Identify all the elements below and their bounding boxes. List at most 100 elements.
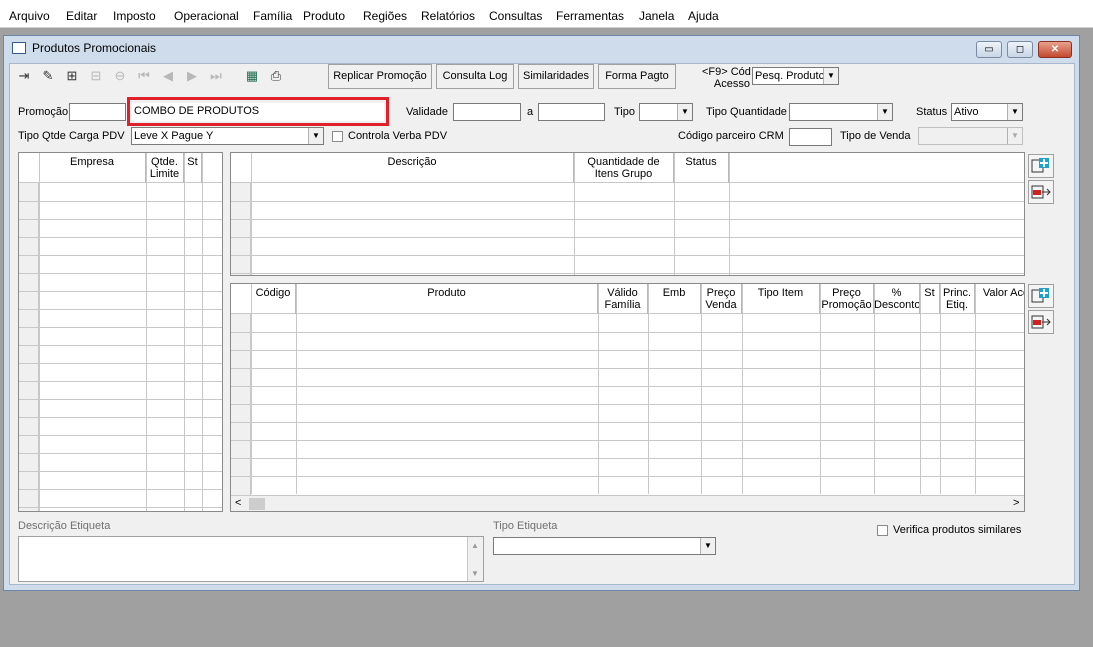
grid-produto[interactable]: Código Produto Válido Família Emb Preço … bbox=[230, 283, 1025, 512]
col-emb[interactable]: Emb bbox=[648, 284, 701, 314]
scroll-left-icon[interactable]: < bbox=[235, 497, 241, 509]
scroll-up-icon[interactable]: ▲ bbox=[471, 539, 479, 552]
col-percentual-desconto[interactable]: % Desconto bbox=[874, 284, 920, 314]
col-preco-venda[interactable]: Preço Venda bbox=[701, 284, 742, 314]
validade-start-input[interactable] bbox=[453, 103, 521, 121]
col-codigo[interactable]: Código bbox=[251, 284, 296, 314]
col-princ-etiq[interactable]: Princ. Etiq. bbox=[940, 284, 975, 314]
similaridades-button[interactable]: Similaridades bbox=[518, 64, 594, 89]
verifica-similares-checkbox[interactable] bbox=[877, 525, 888, 536]
chevron-down-icon[interactable]: ▼ bbox=[677, 104, 692, 120]
edit-pencil-icon[interactable]: ✎ bbox=[37, 64, 59, 88]
produtos-promocionais-window: Produtos Promocionais ▭ ◻ ✕ ⇥ ✎ ⊞ ⊟ ⊖ ⏮ … bbox=[3, 35, 1080, 591]
tipo-qtde-carga-label: Tipo Qtde Carga PDV bbox=[18, 130, 125, 142]
chevron-down-icon[interactable]: ▼ bbox=[1007, 104, 1022, 120]
forma-pagto-button[interactable]: Forma Pagto bbox=[598, 64, 676, 89]
menu-imposto[interactable]: Imposto bbox=[113, 9, 156, 23]
chevron-down-icon[interactable]: ▼ bbox=[877, 104, 892, 120]
add-produto-button[interactable] bbox=[1028, 284, 1054, 308]
validade-label: Validade bbox=[406, 106, 448, 118]
col-descricao[interactable]: Descrição bbox=[251, 153, 574, 183]
col-valido-familia[interactable]: Válido Família bbox=[598, 284, 648, 314]
consulta-log-button[interactable]: Consulta Log bbox=[436, 64, 514, 89]
tipo-venda-select[interactable]: ▼ bbox=[918, 127, 1023, 145]
scrollbar-thumb[interactable] bbox=[249, 498, 265, 510]
menu-arquivo[interactable]: Arquivo bbox=[9, 9, 50, 23]
save-record-icon[interactable]: ⊟ bbox=[85, 64, 107, 88]
menu-janela[interactable]: Janela bbox=[639, 9, 674, 23]
search-product-select[interactable]: Pesq. Produtc ▼ bbox=[752, 67, 839, 85]
descricao-etiqueta-textarea[interactable]: ▲ ▼ bbox=[18, 536, 484, 582]
grid-empresa[interactable]: Empresa Qtde. Limite St bbox=[18, 152, 223, 512]
add-grupo-button[interactable] bbox=[1028, 154, 1054, 178]
window-app-icon bbox=[12, 42, 26, 54]
tipo-qtde-carga-select[interactable]: Leve X Pague Y ▼ bbox=[131, 127, 324, 145]
remove-produto-button[interactable] bbox=[1028, 310, 1054, 334]
last-record-icon[interactable]: ⏭ bbox=[205, 64, 227, 88]
col-tipo-item[interactable]: Tipo Item bbox=[742, 284, 820, 314]
minimize-button[interactable]: ▭ bbox=[976, 41, 1002, 58]
delete-record-icon[interactable]: ⊖ bbox=[109, 64, 131, 88]
grid-grupo[interactable]: Descrição Quantidade de Itens Grupo Stat… bbox=[230, 152, 1025, 276]
remove-grupo-button[interactable] bbox=[1028, 180, 1054, 204]
menu-relatorios[interactable]: Relatórios bbox=[421, 9, 475, 23]
validade-end-input[interactable] bbox=[538, 103, 605, 121]
menu-consultas[interactable]: Consultas bbox=[489, 9, 542, 23]
tipo-etiqueta-select[interactable]: ▼ bbox=[493, 537, 716, 555]
col-st[interactable]: St bbox=[184, 153, 202, 183]
print-icon[interactable]: ⎙ bbox=[265, 64, 287, 88]
replicar-promocao-button[interactable]: Replicar Promoção bbox=[328, 64, 432, 89]
col-quantidade-itens-grupo[interactable]: Quantidade de Itens Grupo bbox=[574, 153, 674, 183]
grid-view-icon[interactable]: ▦ bbox=[241, 64, 263, 88]
previous-record-icon[interactable]: ◀ bbox=[157, 64, 179, 88]
status-select[interactable]: Ativo ▼ bbox=[951, 103, 1023, 121]
tipo-label: Tipo bbox=[614, 106, 635, 118]
window-title: Produtos Promocionais bbox=[32, 41, 157, 55]
first-record-icon[interactable]: ⏮ bbox=[133, 64, 155, 88]
menu-produto[interactable]: Produto bbox=[303, 9, 345, 23]
col-qtde-limite[interactable]: Qtde. Limite bbox=[146, 153, 184, 183]
exit-icon[interactable]: ⇥ bbox=[13, 64, 35, 88]
chevron-down-icon[interactable]: ▼ bbox=[823, 68, 838, 84]
f9-codigo-label: <F9> Cód Acesso bbox=[702, 66, 751, 90]
f9-line1: <F9> Cód bbox=[702, 66, 751, 78]
menu-familia[interactable]: Família bbox=[253, 9, 292, 23]
chevron-down-icon[interactable]: ▼ bbox=[700, 538, 715, 554]
remove-row-icon bbox=[1031, 315, 1051, 329]
scroll-down-icon[interactable]: ▼ bbox=[471, 567, 479, 580]
menu-operacional[interactable]: Operacional bbox=[174, 9, 239, 23]
col-valor-acordo[interactable]: Valor Acordo bbox=[975, 284, 1024, 314]
search-product-value: Pesq. Produtc bbox=[755, 70, 825, 82]
menu-editar[interactable]: Editar bbox=[66, 9, 97, 23]
controla-verba-checkbox[interactable] bbox=[332, 131, 343, 142]
col-produto[interactable]: Produto bbox=[296, 284, 598, 314]
textarea-scrollbar[interactable]: ▲ ▼ bbox=[467, 537, 483, 581]
scroll-right-icon[interactable]: > bbox=[1013, 497, 1019, 509]
tipo-select[interactable]: ▼ bbox=[639, 103, 693, 121]
col-preco-promocao[interactable]: Preço Promoção bbox=[820, 284, 874, 314]
chevron-down-icon[interactable]: ▼ bbox=[1007, 128, 1022, 144]
add-row-icon bbox=[1031, 158, 1049, 173]
menu-bar: Arquivo Editar Imposto Operacional Famíl… bbox=[0, 0, 1093, 28]
col-status[interactable]: Status bbox=[674, 153, 729, 183]
grid-grupo-row-selector bbox=[231, 183, 251, 275]
status-value: Ativo bbox=[954, 106, 979, 118]
add-record-icon[interactable]: ⊞ bbox=[61, 64, 83, 88]
grid-grupo-header: Descrição Quantidade de Itens Grupo Stat… bbox=[231, 153, 1024, 183]
chevron-down-icon[interactable]: ▼ bbox=[308, 128, 323, 144]
status-label: Status bbox=[916, 106, 948, 118]
col-st-produto[interactable]: St bbox=[920, 284, 940, 314]
maximize-button[interactable]: ◻ bbox=[1007, 41, 1033, 58]
grid-produto-horizontal-scrollbar[interactable]: < > bbox=[231, 495, 1024, 511]
grid-produto-header: Código Produto Válido Família Emb Preço … bbox=[231, 284, 1024, 314]
col-empresa[interactable]: Empresa bbox=[39, 153, 146, 183]
menu-ajuda[interactable]: Ajuda bbox=[688, 9, 719, 23]
tipo-etiqueta-label: Tipo Etiqueta bbox=[493, 520, 558, 532]
menu-regioes[interactable]: Regiões bbox=[363, 9, 407, 23]
codigo-parceiro-input[interactable] bbox=[789, 128, 832, 146]
next-record-icon[interactable]: ▶ bbox=[181, 64, 203, 88]
promocao-code-input[interactable] bbox=[69, 103, 126, 121]
menu-ferramentas[interactable]: Ferramentas bbox=[556, 9, 624, 23]
tipo-quantidade-select[interactable]: ▼ bbox=[789, 103, 893, 121]
close-button[interactable]: ✕ bbox=[1038, 41, 1072, 58]
